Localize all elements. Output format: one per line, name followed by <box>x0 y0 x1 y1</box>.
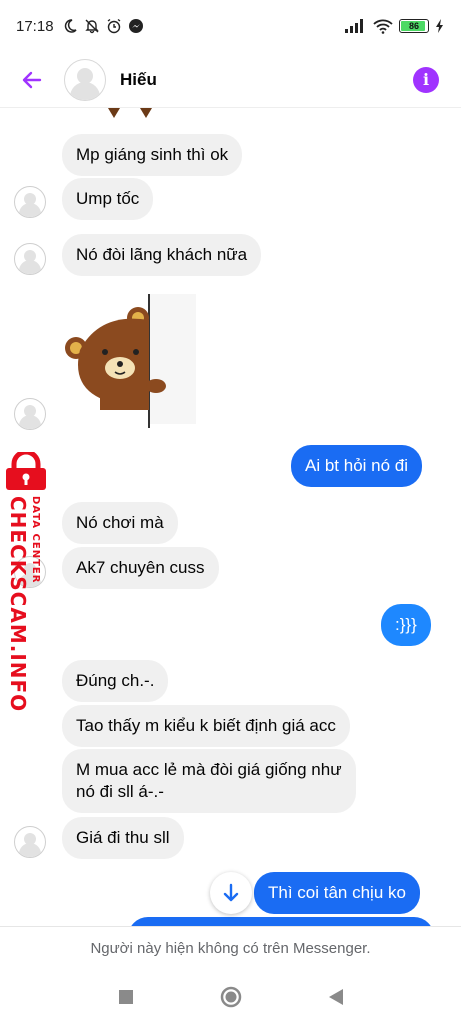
notice-text: Người này hiện không có trên Messenger. <box>90 940 371 957</box>
message-incoming[interactable]: Ak7 chuyên cuss <box>62 547 219 589</box>
message-incoming[interactable]: Nó chơi mà <box>62 502 178 544</box>
message-incoming[interactable]: Đúng ch.-. <box>62 660 169 702</box>
signal-icon <box>345 19 363 33</box>
alarm-icon <box>107 18 120 34</box>
scroll-down-button[interactable] <box>210 872 252 914</box>
sender-avatar[interactable] <box>14 826 46 858</box>
system-nav-bar <box>0 970 461 1024</box>
message-incoming[interactable]: M mua acc lẻ mà đòi giá giống như nó đi … <box>62 749 356 813</box>
message-incoming[interactable]: Mp giáng sinh thì ok <box>62 134 243 176</box>
arrow-down-icon <box>223 883 239 902</box>
watermark-sub: DATA CENTER <box>30 496 41 584</box>
sender-avatar[interactable] <box>14 243 46 275</box>
battery-indicator: 86 <box>399 19 429 33</box>
lock-icon <box>6 452 46 490</box>
status-time: 17:18 <box>16 17 54 35</box>
status-bar: 17:18 86 <box>0 0 461 52</box>
info-icon[interactable]: i <box>413 66 439 93</box>
sticker-partial <box>108 108 152 118</box>
message-list[interactable]: Mp giáng sinh thì ok Ump tốc Nó đòi lãng… <box>0 108 461 926</box>
sender-avatar[interactable] <box>14 186 46 218</box>
back-arrow-icon <box>22 71 42 88</box>
nav-triangle-icon[interactable] <box>328 988 344 1006</box>
message-outgoing-partial[interactable] <box>128 917 434 926</box>
wifi-icon <box>373 19 393 34</box>
bell-off-icon <box>84 19 99 34</box>
back-button[interactable] <box>14 62 50 98</box>
chat-header: Hiếu i <box>0 52 461 108</box>
message-outgoing[interactable]: Ai bt hỏi nó đi <box>291 445 423 487</box>
sticker-bear[interactable] <box>60 290 200 430</box>
messenger-icon <box>128 19 143 33</box>
message-incoming[interactable]: Tao thấy m kiểu k biết định giá acc <box>62 705 350 747</box>
charging-icon <box>436 19 443 33</box>
battery-level: 86 <box>408 21 419 31</box>
nav-circle-icon[interactable] <box>220 986 242 1008</box>
message-outgoing[interactable]: :}}} <box>381 604 431 646</box>
nav-square-icon[interactable] <box>118 989 134 1005</box>
unavailable-notice: Người này hiện không có trên Messenger. <box>0 926 461 970</box>
message-incoming[interactable]: Ump tốc <box>62 178 154 220</box>
moon-icon <box>64 19 77 33</box>
message-outgoing[interactable]: Thì coi tân chịu ko <box>254 872 420 914</box>
contact-name[interactable]: Hiếu <box>120 70 157 90</box>
sender-avatar[interactable] <box>14 398 46 430</box>
message-incoming[interactable]: Giá đi thu sll <box>62 817 184 859</box>
watermark-main: CHECKSCAM.INFO <box>6 496 30 713</box>
message-line: M mua acc lẻ mà đòi giá giống như <box>76 760 342 779</box>
watermark: CHECKSCAM.INFO DATA CENTER <box>2 452 56 712</box>
message-incoming[interactable]: Nó đòi lãng khách nữa <box>62 234 262 276</box>
contact-avatar[interactable] <box>64 58 106 101</box>
message-line: nó đi sll á-.- <box>76 782 164 801</box>
